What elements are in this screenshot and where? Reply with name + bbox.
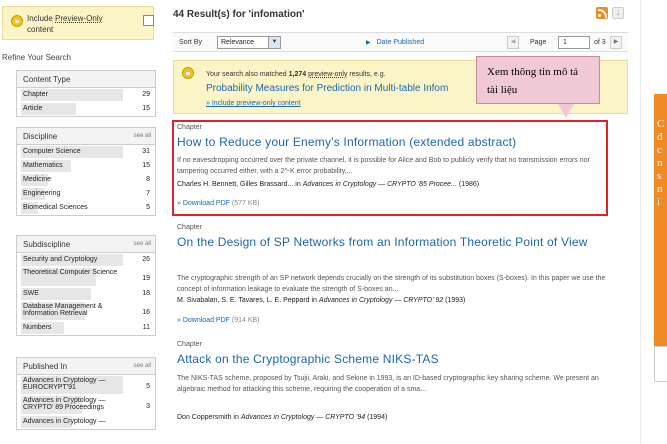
facet-header: Published In see all (17, 358, 155, 375)
facet-item[interactable]: Mathematics 15 (17, 159, 155, 173)
result-title[interactable]: On the Design of SP Networks from an Inf… (177, 235, 617, 249)
result-item: Chapter On the Design of SP Networks fro… (173, 224, 628, 328)
facet-item[interactable]: Biomedical Sciences 5 (17, 201, 155, 215)
highlight-box (172, 120, 608, 216)
facet-item[interactable]: Advances in Cryptology — CRYPTO' 89 Proc… (17, 395, 155, 415)
triangle-right-icon: ▶ (366, 40, 371, 46)
rss-icon[interactable] (596, 7, 608, 19)
facet-item[interactable]: Medicine 8 (17, 173, 155, 187)
result-authors: Don Coppersmith in Advances in Cryptolog… (177, 414, 388, 421)
facet-header: Subdiscipline see all (17, 236, 155, 253)
example-result-link[interactable]: Probability Measures for Prediction in M… (206, 83, 448, 94)
lock-icon (11, 15, 23, 27)
column-divider (640, 0, 641, 444)
facet-item[interactable]: Article 15 (17, 102, 155, 116)
result-type: Chapter (177, 224, 202, 231)
preview-only-link[interactable]: preview-only (308, 71, 347, 78)
facet-published-in: Published In see all Advances in Cryptol… (16, 357, 156, 430)
facet-item[interactable]: Computer Science 31 (17, 145, 155, 159)
annotation-callout: Xem thông tin mô tả tài liệu (476, 56, 600, 104)
facet-item[interactable]: SWE 18 (17, 287, 155, 301)
result-venue[interactable]: Advances in Cryptology — CRYPTO '94 (241, 414, 365, 421)
facet-content-type: Content Type Chapter 29 Article 15 (16, 70, 156, 117)
include-preview-link[interactable]: » Include preview-only content (206, 100, 301, 107)
facet-subdiscipline: Subdiscipline see all Security and Crypt… (16, 235, 156, 336)
facet-header: Discipline see all (17, 128, 155, 145)
next-page-button[interactable]: ▶ (610, 36, 622, 49)
prev-page-button[interactable]: ◀ (507, 36, 519, 49)
result-snippet: The NIKS-TAS scheme, proposed by Tsujii,… (177, 375, 599, 393)
right-lower-panel (654, 346, 667, 382)
result-venue[interactable]: Advances in Cryptology — CRYPTO' 92 (319, 297, 443, 304)
results-count: 44 Result(s) for 'infomation' (173, 9, 305, 20)
refine-search-heading: Refine Your Search (2, 53, 71, 62)
search-query: 'infomation' (248, 9, 305, 20)
facet-item[interactable]: Security and Cryptology 26 (17, 253, 155, 267)
include-preview-box: Include Preview-Only content (2, 6, 154, 40)
date-published-sort[interactable]: ▶ Date Published (366, 39, 424, 46)
facet-item[interactable]: Theoretical Computer Science 19 (17, 267, 155, 287)
notice-text: Your search also matched 1,274 preview-o… (206, 71, 386, 78)
lock-icon (182, 67, 194, 79)
sort-bar: Sort By Relevance ▼ ▶ Date Published ◀ Pa… (173, 32, 628, 52)
page-total: of 3 (594, 39, 606, 46)
download-pdf-link[interactable]: » Download PDF (914 KB) (177, 317, 260, 324)
callout-pointer (558, 104, 574, 118)
page-label: Page (530, 39, 547, 46)
facet-item[interactable]: Advances in Cryptology — EUROCRYPT'91 5 (17, 375, 155, 395)
include-preview-checkbox[interactable] (143, 15, 154, 26)
facet-item[interactable]: Chapter 29 (17, 88, 155, 102)
facet-item[interactable]: Engineering 7 (17, 187, 155, 201)
result-title[interactable]: Attack on the Cryptographic Scheme NIKS-… (177, 352, 439, 366)
sort-by-label: Sort By (179, 39, 202, 46)
page-input[interactable]: 1 (558, 36, 590, 49)
facet-header: Content Type (17, 71, 155, 88)
facet-item[interactable]: Advances in Cryptology — (17, 415, 155, 429)
preview-only-link[interactable]: Preview-Only (55, 14, 103, 23)
facet-discipline: Discipline see all Computer Science 31 M… (16, 127, 156, 216)
chevron-down-icon: ▼ (268, 37, 280, 48)
facet-title: Subdiscipline (23, 240, 71, 249)
callout-text: Xem thông tin mô tả tài liệu (487, 66, 579, 96)
facet-title: Published In (23, 362, 68, 371)
see-all-link[interactable]: see all (134, 241, 151, 247)
see-all-link[interactable]: see all (134, 133, 151, 139)
facet-item[interactable]: Database Management & Information Retrie… (17, 301, 155, 321)
facet-title: Content Type (23, 75, 71, 84)
sidebar: Include Preview-Only content Refine Your… (0, 0, 160, 444)
include-preview-label: Include Preview-Only content (27, 14, 103, 34)
result-type: Chapter (177, 341, 202, 348)
result-item: Chapter Attack on the Cryptographic Sche… (173, 341, 628, 431)
see-all-link[interactable]: see all (134, 363, 151, 369)
result-snippet: The cryptographic strength of an SP netw… (177, 275, 606, 293)
result-authors: M. Sivabalan, S. E. Tavares, L. E. Peppa… (177, 297, 466, 304)
facet-item[interactable]: Numbers 11 (17, 321, 155, 335)
right-promo-text: C đ c n s n i (657, 118, 665, 208)
facet-title: Discipline (23, 132, 58, 141)
download-icon[interactable]: ↓ (612, 7, 624, 19)
sort-select[interactable]: Relevance ▼ (217, 36, 281, 49)
